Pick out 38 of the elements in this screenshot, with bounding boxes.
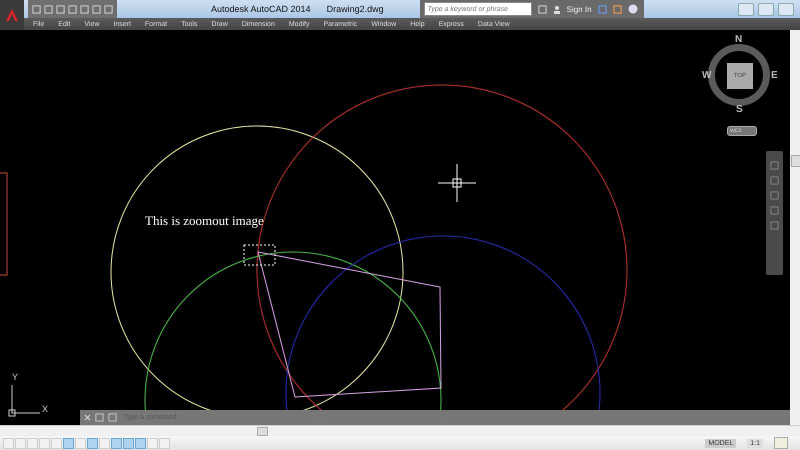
- compass-west[interactable]: W: [702, 70, 712, 81]
- maximize-button[interactable]: [758, 2, 774, 16]
- status-toggle[interactable]: [15, 438, 26, 448]
- x-axis-label: X: [42, 404, 48, 414]
- annotation-text: This is zoomout image: [145, 213, 264, 229]
- status-toggle[interactable]: [39, 438, 50, 448]
- selection-rectangle: [244, 244, 276, 266]
- status-toggle[interactable]: [147, 438, 158, 448]
- minimize-button[interactable]: [738, 2, 754, 16]
- sign-in-link[interactable]: Sign In: [566, 4, 592, 14]
- status-toggle[interactable]: [159, 438, 170, 448]
- compass-east[interactable]: E: [771, 70, 778, 81]
- horizontal-scrollbar[interactable]: [0, 425, 800, 436]
- crosshair-cursor: [438, 164, 476, 202]
- close-button[interactable]: [778, 2, 794, 16]
- app-menu-button[interactable]: [0, 0, 24, 30]
- status-toggle[interactable]: [99, 438, 110, 448]
- ucs-axes-icon: [8, 384, 40, 416]
- status-toggle[interactable]: [135, 438, 146, 448]
- status-toggle[interactable]: [27, 438, 38, 448]
- status-toggle[interactable]: [51, 438, 62, 448]
- scroll-thumb[interactable]: [257, 427, 268, 436]
- status-toggle[interactable]: [87, 438, 98, 448]
- close-icon[interactable]: [84, 414, 91, 421]
- vertical-scrollbar[interactable]: [790, 30, 800, 425]
- status-toggle[interactable]: [3, 438, 14, 448]
- status-toggle[interactable]: [75, 438, 86, 448]
- user-icon[interactable]: [552, 4, 561, 14]
- scroll-thumb[interactable]: [791, 155, 800, 167]
- compass-north[interactable]: N: [735, 34, 742, 45]
- status-toggle[interactable]: [63, 438, 74, 448]
- window-title: Autodesk AutoCAD 2014: [211, 4, 311, 14]
- status-toggle[interactable]: [111, 438, 122, 448]
- file-name: Drawing2.dwg: [326, 4, 384, 14]
- y-axis-label: Y: [12, 372, 18, 382]
- compass-south[interactable]: S: [736, 104, 743, 115]
- triangle-logo-icon: [5, 8, 19, 22]
- status-toggle[interactable]: [123, 438, 134, 448]
